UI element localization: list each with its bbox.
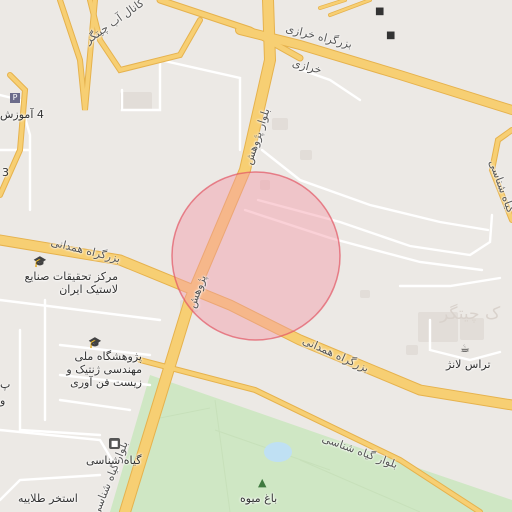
- tree-icon[interactable]: ▲: [258, 477, 266, 488]
- poi-label-giyah-station[interactable]: گیاه شناسی: [86, 454, 141, 467]
- pond: [264, 442, 292, 462]
- poi-label-terrace-lounge[interactable]: تراس لانژ: [446, 358, 491, 371]
- poi-label-num3: 3: [2, 166, 9, 179]
- graduation-cap-icon[interactable]: 🎓: [33, 256, 47, 267]
- poi-label-side-o: و: [0, 394, 6, 407]
- bus-icon[interactable]: ■: [109, 438, 120, 449]
- parking-icon[interactable]: P: [10, 93, 20, 103]
- poi-label-fruit-garden[interactable]: باغ میوه: [240, 492, 277, 505]
- poi-label-amozesh[interactable]: 4 آموزش: [0, 108, 44, 121]
- poi-label-side-p: پ: [0, 378, 11, 391]
- poi-label-genetics-institute[interactable]: پژوهشگاه ملی مهندسی ژنتیک و زیست فن آوری: [50, 350, 142, 389]
- cafe-icon[interactable]: ☕: [460, 343, 470, 354]
- map-base-layer: [0, 0, 512, 512]
- poi-label-pool[interactable]: استخر طلاییه: [18, 492, 78, 505]
- hotel-icon[interactable]: ■: [375, 6, 384, 17]
- graduation-cap-icon[interactable]: 🎓: [88, 337, 102, 348]
- poi-label-research-center[interactable]: مرکز تحقیقات صنایع لاستیک ایران: [0, 270, 118, 296]
- map-canvas[interactable]: بزرگراه خرازی خرازی کانال آب چیتگر بلوار…: [0, 0, 512, 512]
- highlight-circle: [171, 171, 341, 341]
- area-label-chitgar: ک چیتگر: [440, 304, 501, 324]
- hotel-icon[interactable]: ■: [386, 30, 395, 41]
